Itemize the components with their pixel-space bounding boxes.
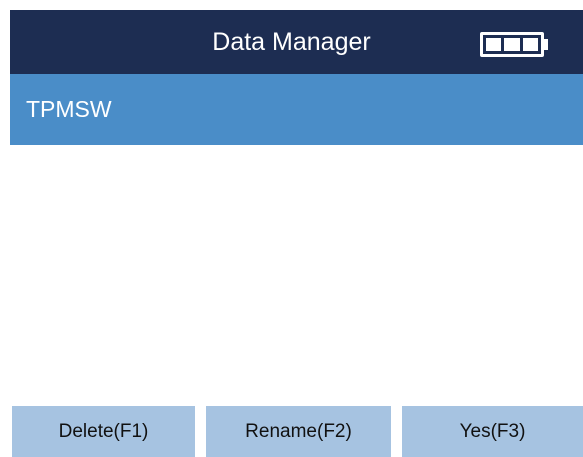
battery-body xyxy=(480,32,544,57)
folder-item-selected[interactable]: TPMSW xyxy=(10,74,583,145)
file-list-area xyxy=(10,145,583,403)
rename-button[interactable]: Rename(F2) xyxy=(206,406,391,457)
battery-full-icon xyxy=(480,32,550,57)
title-bar: Data Manager xyxy=(10,10,583,74)
battery-cell xyxy=(486,38,502,51)
delete-button[interactable]: Delete(F1) xyxy=(12,406,195,457)
battery-cell xyxy=(504,38,520,51)
battery-cell xyxy=(522,38,538,51)
folder-name: TPMSW xyxy=(26,96,112,122)
yes-button[interactable]: Yes(F3) xyxy=(402,406,583,457)
battery-tip xyxy=(544,39,548,50)
data-manager-screen: Data Manager TPMSW Delete(F1) Rename(F2)… xyxy=(0,0,583,457)
